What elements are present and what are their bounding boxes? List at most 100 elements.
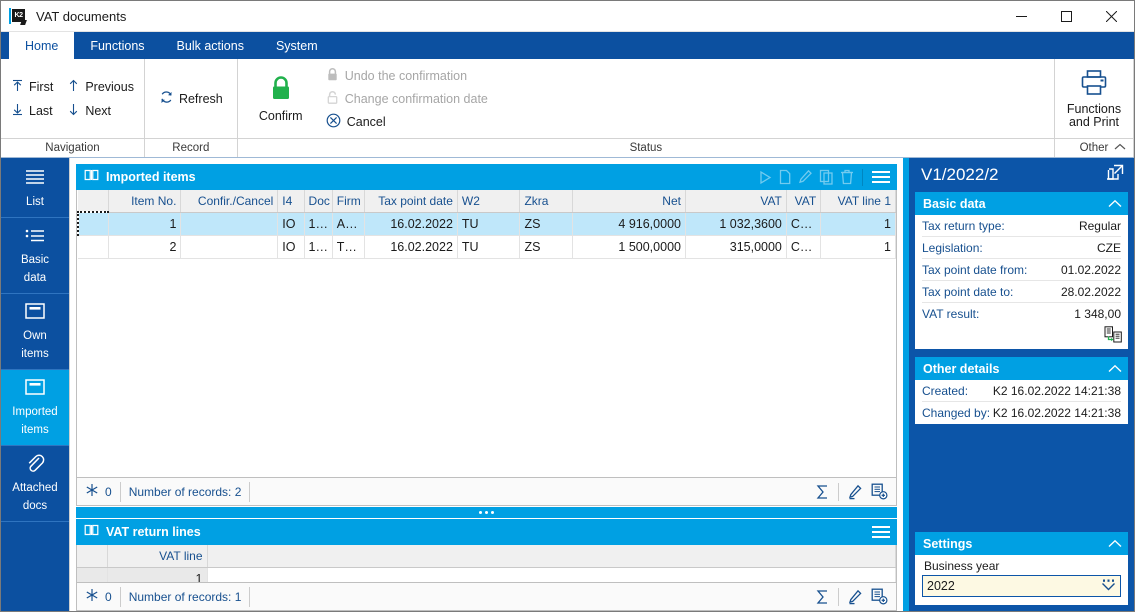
add-record-icon[interactable]: [868, 481, 890, 503]
chevron-up-icon[interactable]: [1108, 537, 1122, 551]
table-row[interactable]: 2 IO 1… T… 16.02.2022 TU ZS 1 500,0000 3…: [78, 235, 896, 259]
col-item-no[interactable]: Item No.: [108, 190, 182, 213]
cell-item-no[interactable]: 1: [108, 212, 182, 236]
col-firm[interactable]: Firm: [332, 190, 366, 213]
tab-functions[interactable]: Functions: [74, 32, 160, 59]
col-i4[interactable]: I4: [277, 190, 305, 213]
nav-first-button[interactable]: First: [7, 76, 57, 98]
run-icon[interactable]: [758, 170, 772, 185]
close-icon[interactable]: [1089, 1, 1134, 32]
row-selector-cell[interactable]: [77, 211, 109, 236]
cell-i4[interactable]: IO: [277, 235, 305, 259]
panel-splitter[interactable]: [76, 507, 897, 518]
sidebar-item-list[interactable]: List: [1, 160, 69, 218]
col-vat[interactable]: VAT: [685, 190, 787, 213]
cell-tax-point-date[interactable]: 16.02.2022: [364, 212, 458, 236]
filter-indicator[interactable]: 0: [83, 481, 121, 502]
field-label: Tax return type:: [922, 218, 1005, 233]
cell-vat-2[interactable]: C…: [786, 212, 822, 236]
cell-empty[interactable]: [207, 567, 896, 582]
window-title: VAT documents: [36, 8, 127, 24]
chevron-up-icon[interactable]: [1108, 197, 1122, 211]
cancel-button[interactable]: Cancel: [322, 111, 492, 133]
refresh-label: Refresh: [178, 91, 223, 106]
vat-return-lines-grid[interactable]: VAT line 1: [76, 545, 897, 583]
documents-transfer-icon[interactable]: [1104, 326, 1123, 348]
settings-card-header[interactable]: Settings: [915, 532, 1128, 555]
col-net[interactable]: Net: [572, 190, 686, 213]
cell-w2[interactable]: TU: [457, 235, 521, 259]
pencil-icon[interactable]: [844, 586, 866, 608]
sigma-icon[interactable]: [811, 586, 833, 608]
minimize-icon[interactable]: [999, 1, 1044, 32]
new-document-icon[interactable]: [778, 169, 792, 185]
tab-home[interactable]: Home: [9, 32, 75, 59]
sidebar-item-basic-data[interactable]: Basic data: [1, 218, 69, 294]
cell-vat-line[interactable]: 1: [820, 212, 896, 236]
imported-items-grid[interactable]: Item No. Confir./Cancel I4 Doc Firm Tax …: [76, 190, 897, 478]
maximize-icon[interactable]: [1044, 1, 1089, 32]
nav-last-button[interactable]: Last: [7, 100, 57, 122]
tab-system[interactable]: System: [260, 32, 334, 59]
col-vat-line[interactable]: VAT line 1: [820, 190, 896, 213]
col-vat-line[interactable]: VAT line: [107, 545, 208, 568]
hamburger-menu-icon[interactable]: [871, 169, 891, 185]
cell-doc[interactable]: 1…: [304, 212, 333, 236]
cell-zkra[interactable]: ZS: [519, 212, 573, 236]
row-selector-cell[interactable]: [77, 567, 108, 582]
cell-net[interactable]: 4 916,0000: [572, 212, 686, 236]
pencil-icon[interactable]: [844, 481, 866, 503]
table-row[interactable]: 1: [77, 567, 896, 582]
functions-and-print-button[interactable]: Functions and Print: [1063, 67, 1125, 131]
hamburger-menu-icon[interactable]: [871, 524, 891, 540]
col-doc[interactable]: Doc: [304, 190, 333, 213]
col-w2[interactable]: W2: [457, 190, 521, 213]
col-vat-2[interactable]: VAT: [786, 190, 822, 213]
cell-item-no[interactable]: 2: [108, 235, 182, 259]
imported-items-header-actions: [758, 168, 891, 186]
cell-net[interactable]: 1 500,0000: [572, 235, 686, 259]
col-confir-cancel[interactable]: Confir./Cancel: [180, 190, 279, 213]
cell-vat-line[interactable]: 1: [820, 235, 896, 259]
chevron-up-icon[interactable]: [1112, 139, 1128, 155]
cell-confir-cancel[interactable]: [180, 235, 279, 259]
cell-firm[interactable]: T…: [332, 235, 366, 259]
open-external-icon[interactable]: [1102, 164, 1124, 186]
tab-bulk-actions[interactable]: Bulk actions: [161, 32, 260, 59]
basic-data-card-header[interactable]: Basic data: [915, 192, 1128, 215]
filter-indicator[interactable]: 0: [83, 586, 121, 607]
col-zkra[interactable]: Zkra: [519, 190, 573, 213]
cell-firm[interactable]: A…: [332, 212, 366, 236]
edit-icon[interactable]: [798, 169, 813, 185]
business-year-input[interactable]: 2022: [922, 575, 1121, 597]
confirm-button[interactable]: Confirm: [250, 72, 312, 125]
cell-i4[interactable]: IO: [277, 212, 305, 236]
cell-vat-2[interactable]: C…: [786, 235, 822, 259]
nav-next-button[interactable]: Next: [63, 100, 138, 122]
delete-icon[interactable]: [840, 169, 854, 185]
chevron-up-icon[interactable]: [1108, 362, 1122, 376]
cell-vat[interactable]: 1 032,3600: [685, 212, 787, 236]
cell-w2[interactable]: TU: [457, 212, 521, 236]
table-row[interactable]: 1 IO 1… A… 16.02.2022 TU ZS 4 916,0000 1…: [77, 211, 896, 236]
cell-confir-cancel[interactable]: [180, 212, 279, 236]
undo-confirmation-button[interactable]: Undo the confirmation: [322, 65, 492, 87]
add-record-icon[interactable]: [868, 586, 890, 608]
cell-zkra[interactable]: ZS: [519, 235, 573, 259]
sidebar-item-own-items[interactable]: Own items: [1, 294, 69, 370]
cell-tax-point-date[interactable]: 16.02.2022: [364, 235, 458, 259]
col-tax-point-date[interactable]: Tax point date: [364, 190, 458, 213]
cell-doc[interactable]: 1…: [304, 235, 333, 259]
cell-vat-line[interactable]: 1: [107, 567, 208, 582]
sidebar-item-imported-items[interactable]: Imported items: [1, 370, 69, 446]
copy-icon[interactable]: [819, 169, 834, 185]
chevron-down-dotted-icon[interactable]: [1101, 578, 1116, 595]
other-details-card-header[interactable]: Other details: [915, 357, 1128, 380]
row-selector-cell[interactable]: [78, 235, 109, 259]
refresh-button[interactable]: Refresh: [155, 88, 227, 110]
sigma-icon[interactable]: [811, 481, 833, 503]
nav-previous-button[interactable]: Previous: [63, 76, 138, 98]
cell-vat[interactable]: 315,0000: [685, 235, 787, 259]
change-confirmation-date-button[interactable]: Change confirmation date: [322, 88, 492, 110]
sidebar-item-attached-docs[interactable]: Attached docs: [1, 446, 69, 522]
